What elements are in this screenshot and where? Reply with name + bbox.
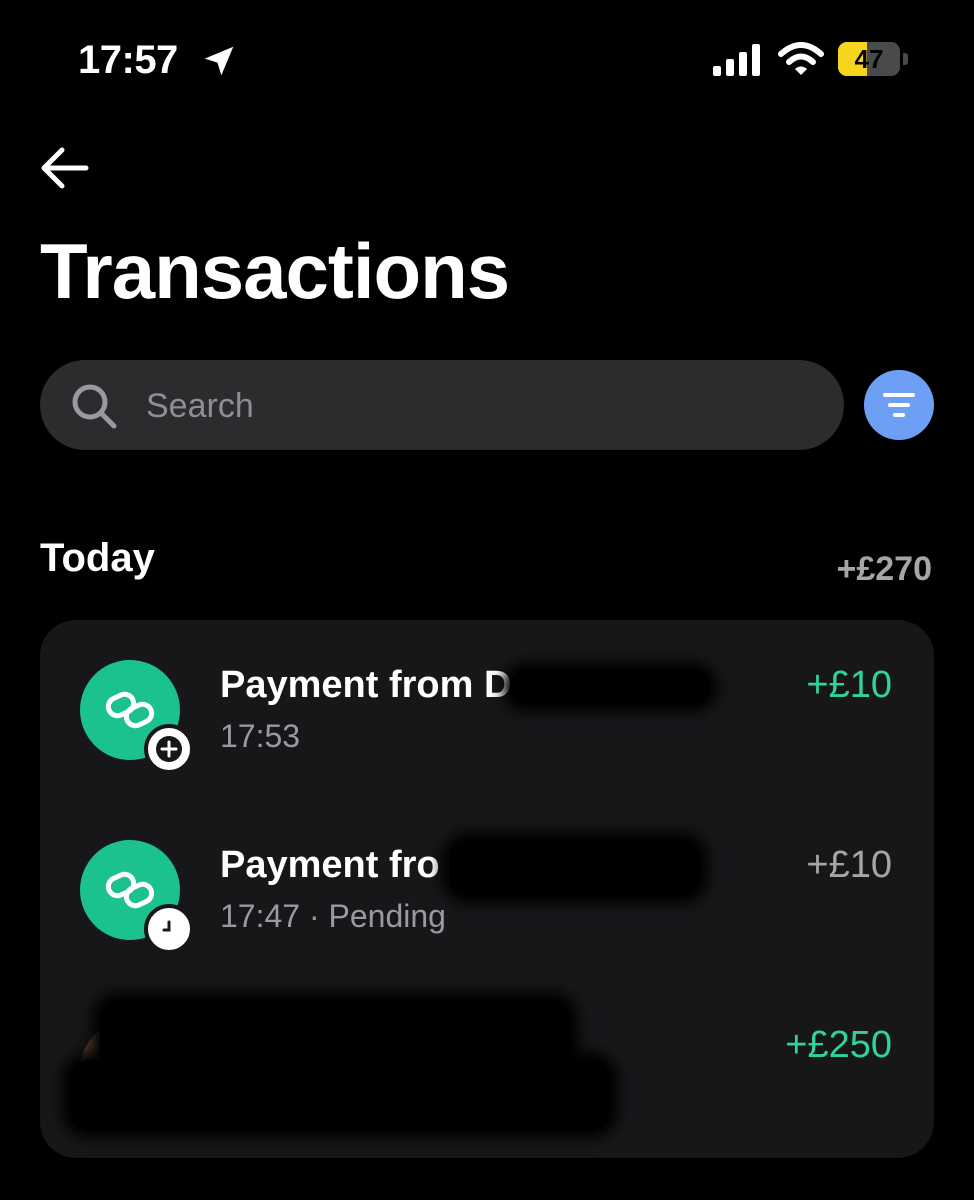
search-input[interactable]: [144, 378, 808, 434]
link-icon: [105, 871, 155, 909]
transaction-row[interactable]: +£250: [40, 980, 934, 1150]
transaction-title: Payment from D: [220, 664, 512, 706]
transaction-row[interactable]: Payment fro 17:47 · Pending +£10: [40, 800, 934, 970]
transaction-title: Payment fro: [220, 844, 440, 886]
filter-icon: [883, 393, 915, 417]
transaction-list: Payment from D 17:53 +£10 Payment fro 17…: [40, 620, 934, 1158]
link-icon: [105, 691, 155, 729]
status-time: 17:57: [78, 38, 178, 82]
location-arrow-icon: [204, 46, 234, 76]
filter-button[interactable]: [864, 370, 934, 440]
transaction-time: 17:53: [220, 718, 301, 754]
redaction: [70, 1060, 610, 1130]
search-icon: [72, 384, 117, 429]
plus-badge: [144, 724, 194, 774]
clock-icon: [156, 916, 182, 942]
page-title: Transactions: [40, 227, 510, 315]
back-arrow-icon[interactable]: [36, 142, 92, 194]
transaction-row[interactable]: Payment from D 17:53 +£10: [40, 620, 934, 790]
section-total: +£270: [836, 550, 933, 588]
clock-badge: [144, 904, 194, 954]
section-title: Today: [40, 536, 155, 580]
wifi-icon: [778, 42, 824, 75]
redaction: [450, 840, 700, 896]
redaction: [510, 670, 710, 704]
battery-icon: 47: [838, 42, 910, 78]
battery-level: 47: [854, 44, 884, 74]
cellular-signal-icon: [713, 44, 760, 76]
status-bar: 17:57 47: [0, 0, 974, 120]
plus-icon: [156, 736, 182, 762]
transaction-amount: +£10: [806, 664, 892, 706]
search-bar[interactable]: [40, 360, 844, 450]
transaction-amount: +£10: [806, 844, 892, 886]
transaction-amount: +£250: [785, 1024, 892, 1066]
transaction-time: 17:47 · Pending: [220, 898, 446, 934]
